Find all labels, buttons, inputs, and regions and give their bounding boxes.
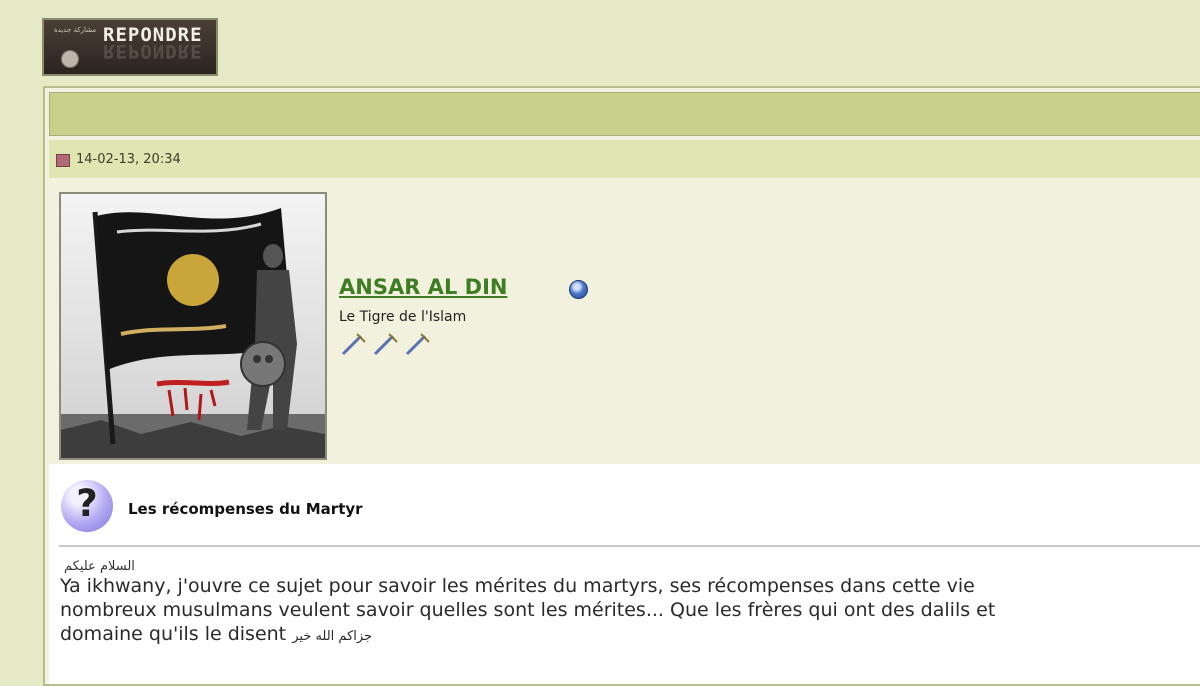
closing-arabic: جزاكم الله خير <box>292 629 373 644</box>
reply-button[interactable]: مشاركة جديدة REPONDRE REPONDRE <box>42 18 218 76</box>
username-link[interactable]: ANSAR AL DIN <box>339 275 507 299</box>
rank-icon <box>405 333 430 356</box>
post-container: 14-02-13, 20:34 ANSAR AL DIN Le Tigre de… <box>43 86 1200 686</box>
avatar-image <box>61 194 325 458</box>
post-date: 14-02-13, 20:34 <box>76 152 181 167</box>
user-info-panel: ANSAR AL DIN Le Tigre de l'Islam <box>49 180 1200 462</box>
message-line: domaine qu'ils le disent جزاكم الله خير <box>60 623 373 645</box>
rank-icon <box>341 333 366 356</box>
post-header-bar <box>49 92 1200 136</box>
rank-icons <box>341 333 430 356</box>
reply-small-label: مشاركة جديدة <box>54 26 97 34</box>
post-message: Ya ikhwany, j'ouvre ce sujet pour savoir… <box>60 574 1200 649</box>
question-icon: ? <box>61 480 113 532</box>
user-title: Le Tigre de l'Islam <box>339 309 467 325</box>
post-title: Les récompenses du Martyr <box>128 500 363 518</box>
online-status-icon <box>569 280 588 299</box>
divider <box>59 545 1200 547</box>
post-meta-bar: 14-02-13, 20:34 <box>49 140 1200 178</box>
reply-button-reflection: REPONDRE <box>103 44 203 62</box>
greeting-text: السلام عليكم <box>64 559 135 574</box>
rank-icon <box>373 333 398 356</box>
reply-button-label: REPONDRE <box>103 24 203 46</box>
avatar[interactable] <box>59 192 327 460</box>
message-line: nombreux musulmans veulent savoir quelle… <box>60 599 996 621</box>
post-body: ? Les récompenses du Martyr السلام عليكم… <box>49 464 1200 684</box>
post-icon <box>56 154 70 167</box>
message-line: Ya ikhwany, j'ouvre ce sujet pour savoir… <box>60 575 975 597</box>
reply-globe-icon <box>61 50 79 68</box>
